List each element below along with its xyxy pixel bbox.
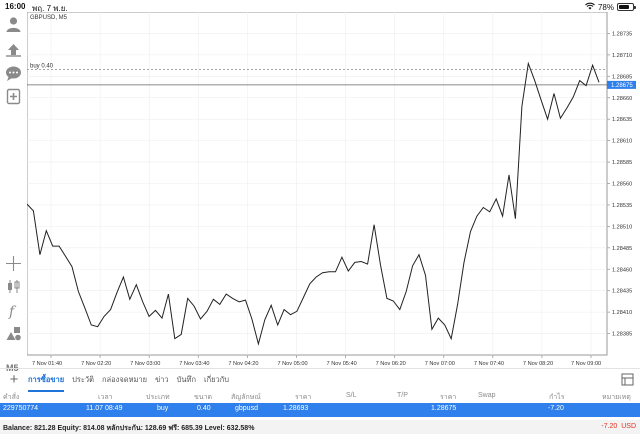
order-open-price: 1.28693	[283, 405, 309, 412]
indicators-icon[interactable]	[5, 278, 22, 295]
order-type: buy	[157, 405, 169, 412]
order-current-price: 1.28675	[431, 405, 457, 412]
col-symbol: สัญลักษณ์	[231, 394, 261, 401]
profit-currency: USD	[621, 423, 636, 430]
order-line-label: buy 0.40	[30, 63, 54, 69]
order-size: 0.40	[197, 405, 211, 412]
col-time: เวลา	[98, 394, 113, 401]
y-tick-label: 1.28535	[612, 203, 632, 209]
y-tick-label: 1.28460	[612, 267, 632, 273]
col-comment: หมายเหตุ	[602, 394, 631, 401]
y-tick-label: 1.28435	[612, 289, 632, 295]
col-tp: T/P	[397, 392, 408, 399]
col-order: คำสั่ง	[3, 394, 20, 401]
new-order-icon[interactable]	[5, 88, 22, 105]
y-tick-label: 1.28485	[612, 246, 632, 252]
orders-header: คำสั่ง เวลา ประเภท ขนาด สัญลักษณ์ ราคา S…	[0, 390, 640, 403]
y-tick-label: 1.28635	[612, 117, 632, 123]
battery-icon	[617, 3, 636, 11]
col-size: ขนาด	[194, 394, 213, 401]
wifi-icon	[585, 2, 595, 12]
col-type: ประเภท	[146, 394, 170, 401]
add-icon[interactable]: +	[0, 371, 28, 388]
svg-text:f: f	[8, 304, 17, 319]
order-ticket: 229750774	[3, 405, 39, 412]
price-chart[interactable]: buy 0.40 1.28735 1.28710 1.28685 1.28660 1.2…	[27, 12, 640, 368]
battery-percent: 78%	[597, 2, 614, 12]
col-current-price: ราคา	[440, 394, 457, 401]
y-tick-label: 1.28660	[612, 96, 632, 102]
col-sl: S/L	[346, 392, 357, 399]
balance-bar: Balance: 821.28 Equity: 814.08 หลักประกั…	[0, 420, 640, 434]
y-tick-label: 1.28610	[612, 139, 632, 145]
tab-about[interactable]: เกี่ยวกับ	[204, 368, 229, 392]
tab-trade[interactable]: การซื้อขาย	[28, 368, 65, 392]
x-tick-label: 7 Nov 07:40	[474, 361, 504, 367]
x-tick-label: 7 Nov 09:00	[571, 361, 601, 367]
y-tick-label: 1.28560	[612, 182, 632, 188]
x-tick-label: 7 Nov 07:00	[425, 361, 455, 367]
floating-profit: -7.20 USD	[601, 423, 636, 430]
y-tick-label: 1.28685	[612, 74, 632, 80]
balance-summary: Balance: 821.28 Equity: 814.08 หลักประกั…	[3, 425, 255, 432]
x-tick-label: 7 Nov 05:40	[327, 361, 357, 367]
terminal-tabs: + การซื้อขาย ประวัติ กล่องจดหมาย ข่าว บั…	[0, 368, 640, 392]
tab-mailbox[interactable]: กล่องจดหมาย	[102, 368, 147, 392]
x-tick-label: 7 Nov 01:40	[32, 361, 62, 367]
panel-menu-icon[interactable]	[621, 373, 634, 386]
chart-symbol: GBPUSD, M5	[30, 15, 68, 21]
x-tick-label: 7 Nov 05:00	[277, 361, 307, 367]
tab-news[interactable]: ข่าว	[155, 368, 169, 392]
tab-journal[interactable]: บันทึก	[177, 368, 196, 392]
tab-history[interactable]: ประวัติ	[72, 368, 94, 392]
status-indicators: 78%	[585, 2, 636, 12]
account-icon[interactable]	[5, 16, 22, 33]
x-tick-label: 7 Nov 02:20	[81, 361, 111, 367]
x-tick-label: 7 Nov 03:40	[179, 361, 209, 367]
current-price-label: 1.28675	[611, 83, 633, 89]
x-tick-label: 7 Nov 06:20	[376, 361, 406, 367]
left-toolbar: f M5	[0, 12, 27, 373]
crosshair-icon[interactable]	[5, 255, 22, 272]
y-tick-label: 1.28585	[612, 160, 632, 166]
order-profit: -7.20	[548, 405, 564, 412]
chat-icon[interactable]	[5, 65, 22, 82]
x-tick-label: 7 Nov 08:20	[523, 361, 553, 367]
col-swap: Swap	[478, 392, 496, 399]
y-tick-label: 1.28385	[612, 332, 632, 338]
x-tick-label: 7 Nov 03:00	[130, 361, 160, 367]
col-price: ราคา	[295, 394, 312, 401]
order-symbol: gbpusd	[235, 405, 258, 412]
order-time: 11.07 08:49	[86, 405, 123, 412]
y-tick-label: 1.28410	[612, 310, 632, 316]
floating-profit-value: -7.20	[601, 423, 618, 430]
function-icon[interactable]: f	[5, 302, 22, 320]
y-tick-label: 1.28710	[612, 53, 632, 59]
objects-icon[interactable]	[5, 325, 22, 342]
chart-canvas[interactable]: buy 0.40 1.28735 1.28710 1.28685 1.28660 1.2…	[27, 12, 640, 368]
col-profit: กำไร	[549, 394, 565, 401]
order-row[interactable]: 229750774 11.07 08:49 buy 0.40 gbpusd 1.…	[0, 403, 640, 417]
trade-icon[interactable]	[5, 41, 22, 58]
clock: 16:00	[5, 2, 26, 11]
y-tick-label: 1.28510	[612, 224, 632, 230]
x-tick-label: 7 Nov 04:20	[228, 361, 258, 367]
y-tick-label: 1.28735	[612, 31, 632, 37]
